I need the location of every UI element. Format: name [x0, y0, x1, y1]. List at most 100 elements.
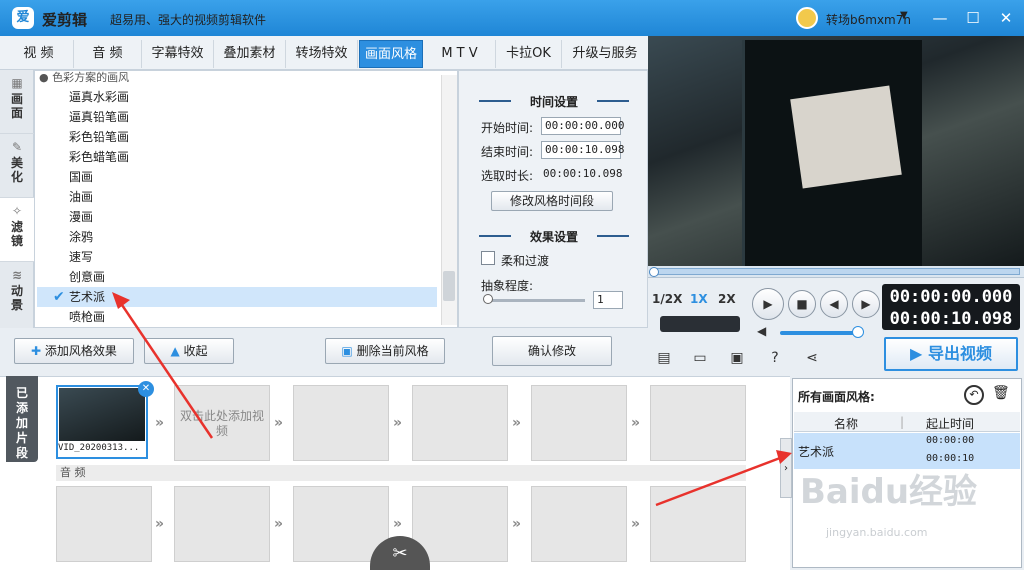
- help-icon[interactable]: ?: [765, 350, 785, 368]
- audio-slot[interactable]: [412, 486, 508, 562]
- app-slogan: 超易用、强大的视频剪辑软件: [110, 13, 267, 27]
- start-time-field[interactable]: 00:00:00.000: [541, 117, 624, 135]
- list-item[interactable]: 逼真水彩画: [37, 87, 437, 107]
- arrow-icon: »: [393, 415, 403, 431]
- tab-subtitles[interactable]: 字幕特效: [142, 40, 214, 68]
- duration-label: 选取时长:: [481, 169, 534, 183]
- volume-icon[interactable]: ◀: [757, 324, 766, 338]
- modify-style-time-button[interactable]: 修改风格时间段: [491, 191, 613, 211]
- tab-overlay[interactable]: 叠加素材: [214, 40, 286, 68]
- clip-thumbnail: [59, 388, 145, 441]
- tab-video[interactable]: 视 频: [4, 40, 74, 68]
- side-tab-motion[interactable]: ≋ 动景: [0, 262, 34, 326]
- list-item[interactable]: 漫画: [37, 207, 437, 227]
- side-tab-filter[interactable]: ✧ 滤镜: [0, 198, 34, 262]
- list-item[interactable]: 国画: [37, 167, 437, 187]
- confirm-button[interactable]: 确认修改: [492, 336, 612, 366]
- add-effect-icon: ✚: [31, 344, 45, 358]
- list-item[interactable]: 涂鸦: [37, 227, 437, 247]
- empty-clip-slot[interactable]: [650, 385, 746, 461]
- export-video-button[interactable]: ▶ 导出视频: [884, 337, 1018, 371]
- slider-knob[interactable]: [483, 294, 493, 304]
- preview-object: [790, 85, 902, 189]
- audio-slot[interactable]: [174, 486, 270, 562]
- maximize-button[interactable]: ☐: [961, 6, 985, 30]
- open-folder-icon[interactable]: ▭: [690, 350, 710, 368]
- list-item[interactable]: 油画: [37, 187, 437, 207]
- time-settings-heading: 时间设置: [459, 93, 649, 110]
- table-row[interactable]: 艺术派 00:00:00 00:00:10: [794, 433, 1020, 469]
- style-name: 艺术派: [798, 445, 835, 459]
- add-style-button[interactable]: ✚ 添加风格效果: [14, 338, 134, 364]
- speed-half-button[interactable]: 1/2X: [652, 292, 682, 306]
- tab-upgrade[interactable]: 升级与服务: [562, 40, 648, 68]
- close-button[interactable]: ✕: [994, 6, 1018, 30]
- undo-icon[interactable]: ↶: [964, 385, 984, 405]
- start-time-label: 开始时间:: [481, 121, 534, 135]
- list-item[interactable]: 速写: [37, 247, 437, 267]
- prev-frame-button[interactable]: ◀: [820, 290, 848, 318]
- list-group-header[interactable]: ● 色彩方案的画风: [39, 71, 129, 85]
- column-header-name: 名称: [834, 417, 859, 431]
- tab-audio[interactable]: 音 频: [74, 40, 142, 68]
- avatar[interactable]: [796, 7, 818, 29]
- tab-karaoke[interactable]: 卡拉OK: [496, 40, 562, 68]
- chevron-down-icon[interactable]: ▼: [900, 10, 908, 21]
- trash-icon[interactable]: 🗑: [992, 385, 1010, 401]
- abstract-level-field[interactable]: 1: [593, 291, 623, 309]
- tab-mtv[interactable]: M T V: [424, 40, 496, 68]
- audio-track-label: 音 频: [56, 465, 746, 481]
- list-item-label: 艺术派: [69, 290, 106, 304]
- delete-style-button[interactable]: ▣ 删除当前风格: [325, 338, 445, 364]
- list-item-selected[interactable]: ✔ 艺术派: [37, 287, 437, 307]
- close-icon[interactable]: ✕: [138, 381, 154, 397]
- end-time-field[interactable]: 00:00:10.098: [541, 141, 624, 159]
- volume-slider[interactable]: [780, 331, 858, 335]
- new-project-icon[interactable]: ▤: [654, 350, 674, 368]
- side-tab-beautify[interactable]: ✎ 美化: [0, 134, 34, 198]
- list-item[interactable]: 彩色铅笔画: [37, 127, 437, 147]
- added-clips-tab[interactable]: 已添加片段: [6, 376, 38, 462]
- minimize-button[interactable]: —: [928, 6, 952, 30]
- tab-transitions[interactable]: 转场特效: [286, 40, 358, 68]
- play-button[interactable]: ▶: [752, 288, 784, 320]
- side-tab-picture[interactable]: ▦ 画面: [0, 70, 34, 134]
- list-item[interactable]: 喷枪画: [37, 307, 437, 327]
- volume-knob[interactable]: [852, 326, 864, 338]
- scrollbar-thumb[interactable]: [443, 271, 455, 301]
- share-icon[interactable]: ⋖: [802, 350, 822, 368]
- empty-clip-slot[interactable]: [293, 385, 389, 461]
- list-item[interactable]: 彩色蜡笔画: [37, 147, 437, 167]
- app-logo-icon: 爱: [12, 7, 34, 29]
- time-display: 00:00:00.000 00:00:10.098: [882, 284, 1020, 330]
- export-label: 导出视频: [927, 344, 992, 363]
- empty-clip-slot[interactable]: [531, 385, 627, 461]
- jog-wheel[interactable]: [660, 316, 740, 332]
- progress-track[interactable]: [652, 268, 1020, 275]
- smooth-transition-checkbox[interactable]: [481, 251, 495, 265]
- collapse-button[interactable]: ▲ 收起: [144, 338, 234, 364]
- audio-slot[interactable]: [56, 486, 152, 562]
- empty-clip-slot[interactable]: [412, 385, 508, 461]
- next-frame-button[interactable]: ▶: [852, 290, 880, 318]
- username[interactable]: 转场b6mxm7n: [826, 11, 911, 28]
- clip-name: VID_20200313...: [58, 443, 140, 453]
- audio-slot[interactable]: [650, 486, 746, 562]
- audio-slot[interactable]: [531, 486, 627, 562]
- speed-1x-button[interactable]: 1X: [690, 292, 708, 306]
- tab-picture-style[interactable]: 画面风格: [359, 40, 423, 68]
- add-video-placeholder[interactable]: 双击此处添加视频: [178, 409, 266, 439]
- abstract-level-slider[interactable]: [485, 299, 585, 302]
- speed-2x-button[interactable]: 2X: [718, 292, 736, 306]
- styles-table-header: 名称 | 起止时间: [794, 412, 1020, 432]
- side-tab-label: 动景: [10, 284, 23, 312]
- save-icon[interactable]: ▣: [727, 350, 747, 368]
- list-item[interactable]: 创意画: [37, 267, 437, 287]
- watermark-url: jingyan.baidu.com: [826, 526, 928, 539]
- progress-knob[interactable]: [649, 267, 659, 277]
- style-end-time: 00:00:10: [926, 453, 975, 464]
- list-item[interactable]: 逼真铅笔画: [37, 107, 437, 127]
- video-preview[interactable]: [648, 36, 1024, 266]
- stop-button[interactable]: ■: [788, 290, 816, 318]
- collapse-panel-handle[interactable]: ›: [780, 438, 792, 498]
